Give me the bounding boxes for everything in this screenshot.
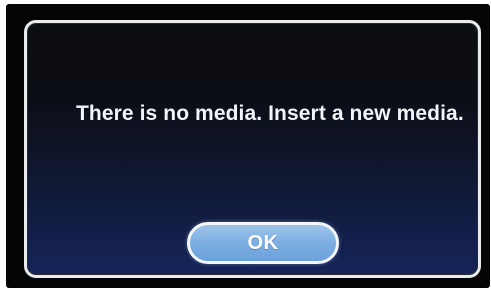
ok-button-label: OK [247, 231, 279, 254]
ok-button[interactable]: OK [187, 222, 339, 264]
no-media-dialog: There is no media. Insert a new media. O… [24, 20, 481, 278]
screen-bezel: There is no media. Insert a new media. O… [6, 4, 490, 288]
dialog-message: There is no media. Insert a new media. [76, 102, 464, 125]
